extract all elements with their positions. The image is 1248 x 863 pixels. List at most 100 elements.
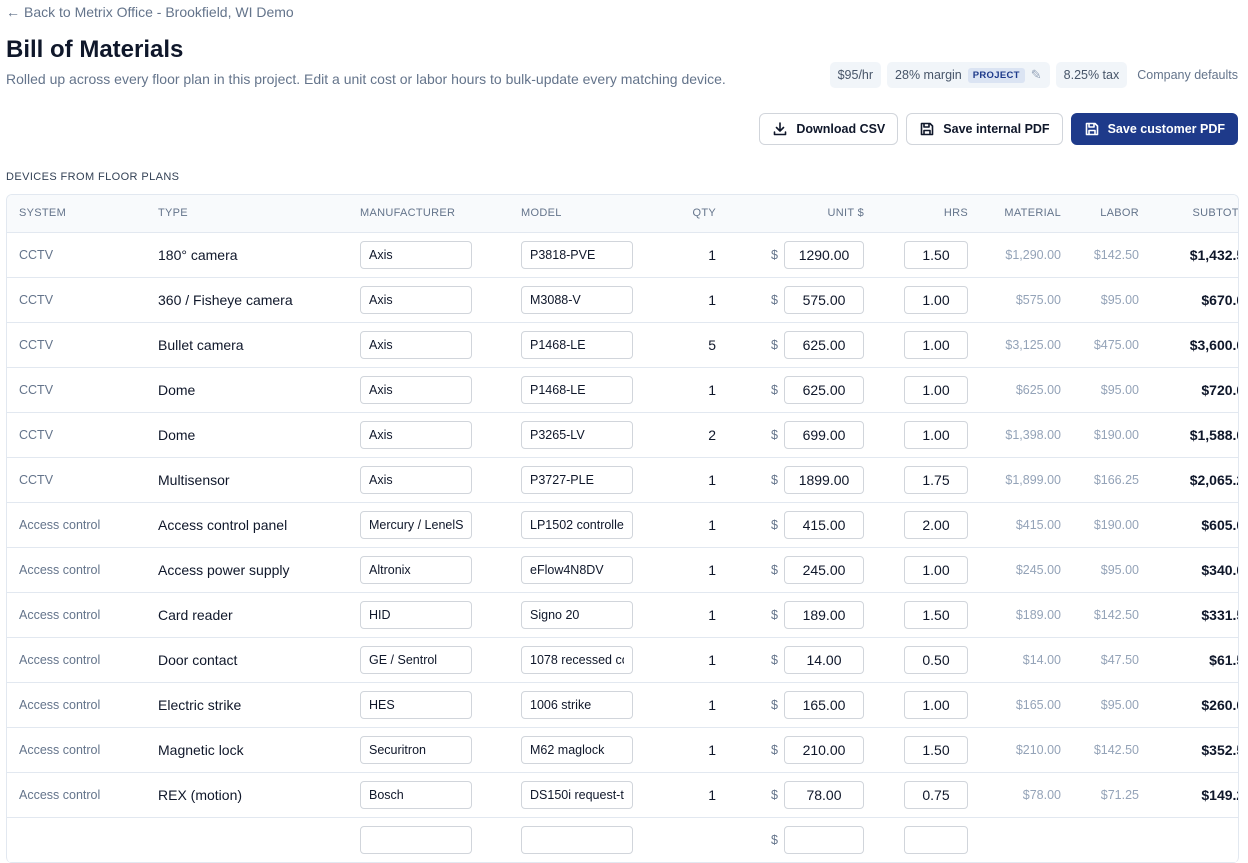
material-cell: $165.00 <box>980 682 1073 728</box>
labor-hours-input[interactable] <box>904 600 968 629</box>
unit-cost-input[interactable] <box>784 645 864 674</box>
model-input[interactable] <box>521 645 633 674</box>
manufacturer-input[interactable] <box>360 780 472 809</box>
manufacturer-input[interactable] <box>360 510 472 539</box>
system-cell: CCTV <box>7 322 146 368</box>
unit-cost-cell: $ <box>740 367 876 413</box>
unit-cost-input[interactable] <box>784 420 864 449</box>
col-material: MATERIAL <box>980 195 1073 233</box>
manufacturer-input[interactable] <box>360 645 472 674</box>
unit-cost-input[interactable] <box>784 690 864 719</box>
model-input[interactable] <box>521 285 633 314</box>
manufacturer-input[interactable] <box>360 825 472 854</box>
unit-cost-input[interactable] <box>784 285 864 314</box>
manufacturer-input[interactable] <box>360 375 472 404</box>
pencil-icon[interactable]: ✎ <box>1031 67 1042 83</box>
labor-hours-input[interactable] <box>904 690 968 719</box>
labor-hours-input[interactable] <box>904 510 968 539</box>
unit-cost-input[interactable] <box>784 375 864 404</box>
model-input[interactable] <box>521 555 633 584</box>
hours-cell <box>876 637 980 683</box>
unit-cost-input[interactable] <box>784 600 864 629</box>
col-hrs: HRS <box>876 195 980 233</box>
labor-hours-input[interactable] <box>904 375 968 404</box>
unit-cost-input[interactable] <box>784 780 864 809</box>
labor-hours-input[interactable] <box>904 465 968 494</box>
hours-cell <box>876 592 980 638</box>
unit-cost-input[interactable] <box>784 735 864 764</box>
labor-hours-input[interactable] <box>904 645 968 674</box>
table-row: $ <box>7 817 1238 863</box>
model-cell <box>509 592 659 638</box>
unit-cost-cell: $ <box>740 637 876 683</box>
model-input[interactable] <box>521 330 633 359</box>
download-csv-label: Download CSV <box>796 122 886 136</box>
labor-hours-input[interactable] <box>904 420 968 449</box>
model-input[interactable] <box>521 240 633 269</box>
model-cell <box>509 727 659 773</box>
system-cell: CCTV <box>7 412 146 458</box>
model-input[interactable] <box>521 825 633 854</box>
material-cell: $415.00 <box>980 502 1073 548</box>
unit-cost-cell: $ <box>740 727 876 773</box>
unit-cost-input[interactable] <box>784 465 864 494</box>
manufacturer-input[interactable] <box>360 555 472 584</box>
manufacturer-input[interactable] <box>360 330 472 359</box>
save-internal-pdf-button[interactable]: Save internal PDF <box>906 113 1063 145</box>
unit-cost-input[interactable] <box>784 240 864 269</box>
manufacturer-input[interactable] <box>360 600 472 629</box>
manufacturer-input[interactable] <box>360 690 472 719</box>
labor-cell: $475.00 <box>1073 322 1151 368</box>
unit-cost-input[interactable] <box>784 825 864 854</box>
download-csv-button[interactable]: Download CSV <box>759 113 899 145</box>
margin-chip[interactable]: 28% margin PROJECT ✎ <box>887 62 1050 88</box>
hours-cell <box>876 277 980 323</box>
labor-hours-input[interactable] <box>904 780 968 809</box>
company-defaults-link[interactable]: Company defaults <box>1133 68 1238 82</box>
model-input[interactable] <box>521 780 633 809</box>
page-title: Bill of Materials <box>6 36 184 63</box>
system-cell: CCTV <box>7 367 146 413</box>
type-cell: Access power supply <box>146 547 348 593</box>
back-link[interactable]: ← Back to Metrix Office - Brookfield, WI… <box>6 4 294 20</box>
manufacturer-input[interactable] <box>360 240 472 269</box>
model-input[interactable] <box>521 510 633 539</box>
labor-hours-input[interactable] <box>904 330 968 359</box>
model-input[interactable] <box>521 420 633 449</box>
unit-cost-input[interactable] <box>784 555 864 584</box>
unit-cost-input[interactable] <box>784 330 864 359</box>
hours-cell <box>876 772 980 818</box>
model-cell <box>509 637 659 683</box>
model-input[interactable] <box>521 600 633 629</box>
currency-symbol: $ <box>771 607 778 622</box>
manufacturer-input[interactable] <box>360 285 472 314</box>
table-row: CCTVBullet camera 5 $ $3,125.00$475.00$3,60… <box>7 322 1238 368</box>
labor-hours-input[interactable] <box>904 735 968 764</box>
model-input[interactable] <box>521 465 633 494</box>
unit-cost-input[interactable] <box>784 510 864 539</box>
save-customer-pdf-button[interactable]: Save customer PDF <box>1070 113 1238 145</box>
model-input[interactable] <box>521 375 633 404</box>
labor-cell: $95.00 <box>1073 682 1151 728</box>
tax-chip[interactable]: 8.25% tax <box>1055 62 1128 88</box>
back-link-label: Back to Metrix Office - Brookfield, WI D… <box>24 4 294 20</box>
labor-hours-input[interactable] <box>904 240 968 269</box>
model-input[interactable] <box>521 735 633 764</box>
manufacturer-cell <box>348 457 509 503</box>
labor-rate-chip[interactable]: $95/hr <box>829 62 882 88</box>
qty-cell <box>659 817 740 863</box>
col-type: TYPE <box>146 195 348 233</box>
manufacturer-input[interactable] <box>360 465 472 494</box>
table-row: CCTV360 / Fisheye camera 1 $ $575.00$95.00$… <box>7 277 1238 323</box>
labor-cell: $190.00 <box>1073 502 1151 548</box>
model-cell <box>509 682 659 728</box>
labor-hours-input[interactable] <box>904 285 968 314</box>
table-row: CCTVMultisensor 1 $ $1,899.00$166.25$2,065.… <box>7 457 1238 503</box>
manufacturer-input[interactable] <box>360 420 472 449</box>
manufacturer-input[interactable] <box>360 735 472 764</box>
labor-hours-input[interactable] <box>904 555 968 584</box>
model-input[interactable] <box>521 690 633 719</box>
labor-hours-input[interactable] <box>904 825 968 854</box>
model-cell <box>509 277 659 323</box>
subtotal-cell: $1,432.50 <box>1151 232 1238 278</box>
